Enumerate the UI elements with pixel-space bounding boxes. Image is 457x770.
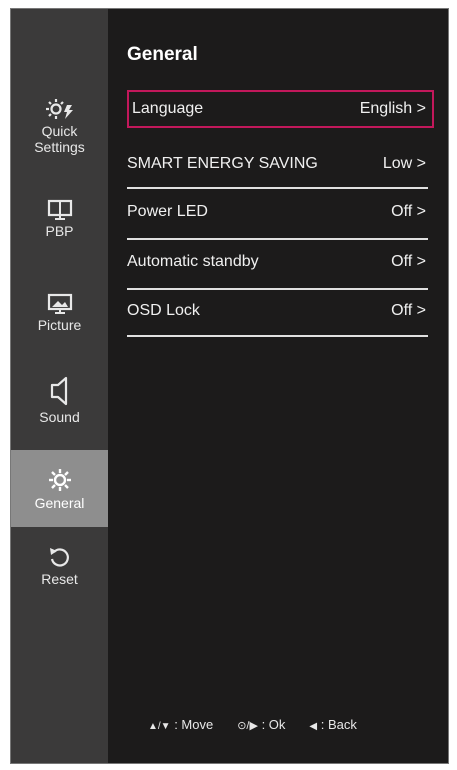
divider xyxy=(127,187,428,189)
chevron-right-icon: > xyxy=(416,253,426,270)
menu-item-value: Off > xyxy=(391,302,426,319)
sidebar-item-label: Reset xyxy=(41,571,78,587)
sidebar-item-pbp[interactable]: PBP xyxy=(11,199,108,249)
menu-item-osd-lock[interactable]: OSD Lock Off > xyxy=(127,292,434,330)
sidebar-item-label: Quick xyxy=(41,123,78,139)
menu-item-language[interactable]: Language English > xyxy=(127,90,434,128)
menu-item-label: SMART ENERGY SAVING xyxy=(127,155,318,172)
sidebar-item-general[interactable]: General xyxy=(11,450,108,527)
sidebar-item-quick-settings[interactable]: Quick Settings xyxy=(11,97,108,167)
monitor-osd-menu: Quick Settings PBP Picture Sound General… xyxy=(10,8,449,764)
ok-hint: ⊙/▶ : Ok xyxy=(237,717,286,732)
divider xyxy=(127,335,428,337)
back-arrow-icon: ◀ xyxy=(309,721,318,732)
chevron-right-icon: > xyxy=(416,302,426,319)
sidebar-item-picture[interactable]: Picture xyxy=(11,293,108,343)
menu-item-value: Low > xyxy=(382,155,426,172)
sidebar: Quick Settings PBP Picture Sound General… xyxy=(11,9,108,763)
menu-item-label: Power LED xyxy=(127,203,208,220)
chevron-right-icon: > xyxy=(416,100,426,117)
menu-item-label: Automatic standby xyxy=(127,253,259,270)
sidebar-item-label: General xyxy=(34,494,85,511)
picture-icon xyxy=(47,293,72,314)
menu-item-power-led[interactable]: Power LED Off > xyxy=(127,193,434,231)
menu-item-value: Off > xyxy=(391,253,426,270)
sidebar-item-label: Settings xyxy=(34,139,85,155)
menu-item-label: OSD Lock xyxy=(127,302,200,319)
menu-item-value: Off > xyxy=(391,203,426,220)
quick-settings-icon xyxy=(45,99,73,119)
sidebar-item-sound[interactable]: Sound xyxy=(11,375,108,435)
back-hint: ◀ : Back xyxy=(309,717,357,732)
sidebar-item-label: PBP xyxy=(45,223,74,239)
divider xyxy=(127,288,428,290)
sidebar-item-label: Picture xyxy=(37,317,82,333)
chevron-right-icon: > xyxy=(416,203,426,220)
sidebar-item-label: Sound xyxy=(39,409,80,425)
pbp-icon xyxy=(47,199,72,220)
chevron-right-icon: > xyxy=(416,155,426,172)
menu-item-value: English > xyxy=(359,100,426,117)
move-hint: ▲/▼ : Move xyxy=(148,717,214,732)
up-down-arrows-icon: ▲/▼ xyxy=(148,721,171,732)
sidebar-item-reset[interactable]: Reset xyxy=(11,545,108,595)
menu-item-label: Language xyxy=(132,100,204,117)
gear-icon xyxy=(48,468,71,491)
reset-icon xyxy=(49,548,69,567)
divider xyxy=(127,238,428,240)
ok-joystick-icon: ⊙/▶ xyxy=(237,720,258,732)
menu-item-automatic-standby[interactable]: Automatic standby Off > xyxy=(127,243,434,281)
sound-icon xyxy=(50,376,67,406)
key-hints-footer: ▲/▼ : Move ⊙/▶ : Ok ◀ : Back xyxy=(148,717,357,732)
general-settings-panel: General Language English > SMART ENERGY … xyxy=(108,9,448,763)
menu-item-smart-energy-saving[interactable]: SMART ENERGY SAVING Low > xyxy=(127,145,434,183)
page-title: General xyxy=(127,44,198,65)
